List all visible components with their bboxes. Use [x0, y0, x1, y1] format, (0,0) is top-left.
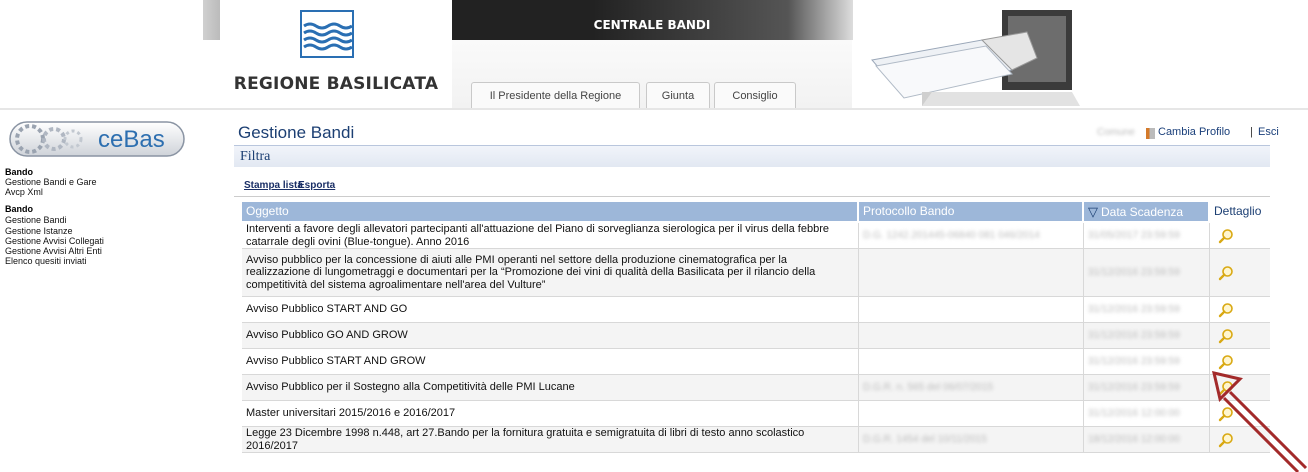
table-row: Legge 23 Dicembre 1998 n.448, art 27.Ban…	[242, 427, 1270, 453]
protocollo-cell	[859, 297, 1084, 322]
table-row: Avviso Pubblico START AND GO 31/12/2016 2…	[242, 297, 1270, 323]
print-list-link[interactable]: Stampa lista	[244, 180, 303, 191]
dettaglio-cell	[1210, 323, 1270, 348]
magnifier-icon[interactable]	[1218, 302, 1234, 318]
user-name: Comune	[1097, 127, 1135, 138]
oggetto-cell: Avviso Pubblico GO AND GROW	[242, 323, 859, 348]
sidebar-section-bando-2: Bando	[5, 204, 33, 214]
cebas-logo-text: ceBas	[98, 126, 165, 153]
scadenza-cell: 31/12/2016 23:59:59	[1084, 375, 1210, 400]
oggetto-cell: Avviso Pubblico START AND GO	[242, 297, 859, 322]
region-name: REGIONE BASILICATA	[233, 74, 439, 94]
oggetto-cell: Avviso Pubblico START AND GROW	[242, 349, 859, 374]
portal-title: CENTRALE BANDI	[593, 18, 711, 32]
sidebar-item-gestione-istanze[interactable]: Gestione Istanze	[5, 226, 73, 236]
oggetto-cell: Avviso Pubblico per il Sostegno alla Com…	[242, 375, 859, 400]
protocollo-cell: D.G. 1242.201445-06840 081 046/2014	[859, 223, 1084, 248]
logout-link[interactable]: Esci	[1258, 126, 1279, 138]
column-header-data-scadenza[interactable]: ▽ Data Scadenza	[1084, 202, 1208, 221]
table-row: Interventi a favore degli allevatori par…	[242, 223, 1270, 249]
magnifier-icon[interactable]	[1218, 228, 1234, 244]
actions-divider	[234, 196, 1270, 197]
protocollo-cell	[859, 349, 1084, 374]
scadenza-cell: 31/12/2016 23:59:59	[1084, 349, 1210, 374]
magnifier-icon[interactable]	[1218, 328, 1234, 344]
column-header-data-scadenza-label: Data Scadenza	[1101, 205, 1184, 219]
table-row: Avviso pubblico per la concessione di ai…	[242, 249, 1270, 297]
table-row: Avviso Pubblico START AND GROW 31/12/2016…	[242, 349, 1270, 375]
export-link[interactable]: Esporta	[298, 180, 335, 191]
oggetto-cell: Master universitari 2015/2016 e 2016/201…	[242, 401, 859, 426]
profile-icon	[1146, 128, 1155, 139]
protocollo-cell	[859, 323, 1084, 348]
scadenza-cell: 31/12/2016 23:59:59	[1084, 323, 1210, 348]
scadenza-cell: 31/12/2016 23:59:59	[1084, 249, 1210, 296]
sidebar-section-bando-1: Bando	[5, 167, 33, 177]
tab-giunta[interactable]: Giunta	[646, 82, 710, 108]
column-header-protocollo[interactable]: Protocollo Bando	[859, 202, 1082, 221]
region-coat-of-arms-icon	[300, 10, 354, 58]
site-header: REGIONE BASILICATA CENTRALE BANDI Il Pre…	[0, 0, 1308, 110]
sidebar-item-gestione-bandi[interactable]: Gestione Bandi	[5, 215, 67, 225]
sidebar-item-avvisi-collegati[interactable]: Gestione Avvisi Collegati	[5, 236, 104, 246]
table-row: Avviso Pubblico GO AND GROW 31/12/2016 23…	[242, 323, 1270, 349]
sidebar-item-avcp-xml[interactable]: Avcp Xml	[5, 187, 43, 197]
tab-presidente[interactable]: Il Presidente della Regione	[471, 82, 640, 108]
sidebar-item-quesiti-inviati[interactable]: Elenco quesiti inviati	[5, 256, 87, 266]
sort-desc-icon: ▽	[1088, 204, 1098, 219]
filter-toggle[interactable]: Filtra	[234, 145, 1270, 167]
filter-label: Filtra	[240, 149, 271, 164]
protocollo-cell	[859, 249, 1084, 296]
change-profile-link[interactable]: Cambia Profilo	[1158, 126, 1230, 138]
table-row: Master universitari 2015/2016 e 2016/201…	[242, 401, 1270, 427]
dettaglio-cell	[1210, 223, 1270, 248]
protocollo-cell: D.G.R. n. 565 del 06/07/2015	[859, 375, 1084, 400]
column-header-oggetto[interactable]: Oggetto	[242, 202, 857, 221]
scadenza-cell: 31/05/2017 23:59:59	[1084, 223, 1210, 248]
table-row: Avviso Pubblico per il Sostegno alla Com…	[242, 375, 1270, 401]
column-header-dettaglio: Dettaglio	[1210, 202, 1270, 221]
scadenza-cell: 31/12/2016 12:00:00	[1084, 401, 1210, 426]
oggetto-cell: Legge 23 Dicembre 1998 n.448, art 27.Ban…	[242, 427, 859, 452]
magnifier-icon[interactable]	[1218, 265, 1234, 281]
link-separator: |	[1250, 126, 1253, 138]
documents-illustration	[871, 10, 1080, 106]
scadenza-cell: 31/12/2016 23:59:59	[1084, 297, 1210, 322]
oggetto-cell: Interventi a favore degli allevatori par…	[242, 223, 859, 248]
cebas-logo[interactable]: ceBas	[8, 118, 188, 160]
sidebar-item-gestione-bandi-gare[interactable]: Gestione Bandi e Gare	[5, 177, 97, 187]
protocollo-cell	[859, 401, 1084, 426]
protocollo-cell: D.G.R. 1454 del 10/11/2015	[859, 427, 1084, 452]
header-divider	[0, 108, 1308, 110]
tab-consiglio[interactable]: Consiglio	[714, 82, 796, 108]
dettaglio-cell	[1210, 297, 1270, 322]
scadenza-cell: 18/12/2016 12:00:00	[1084, 427, 1210, 452]
sidebar-item-avvisi-altri-enti[interactable]: Gestione Avvisi Altri Enti	[5, 246, 102, 256]
annotation-arrow-icon	[1211, 370, 1308, 472]
page-title: Gestione Bandi	[238, 123, 355, 142]
oggetto-cell: Avviso pubblico per la concessione di ai…	[242, 249, 859, 296]
dettaglio-cell	[1210, 249, 1270, 296]
